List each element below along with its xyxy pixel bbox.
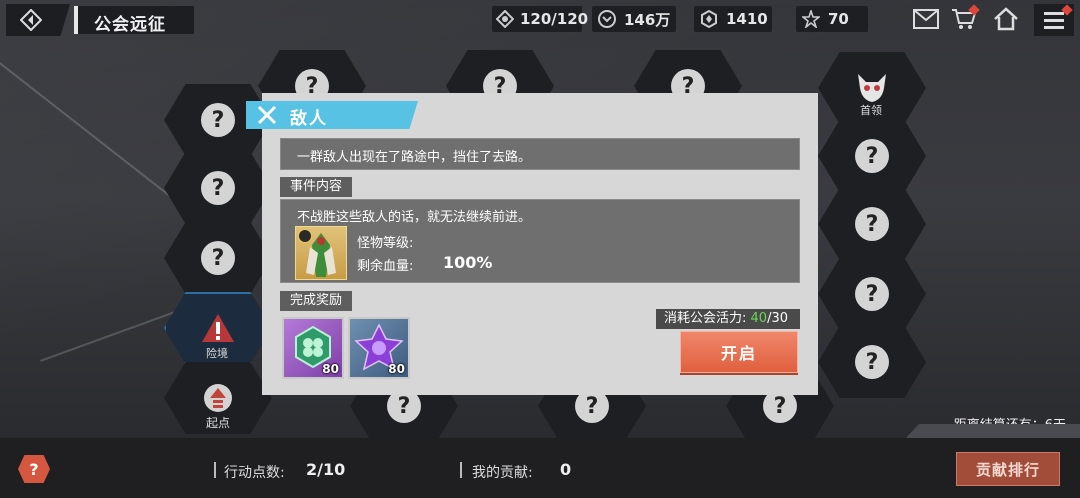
resource-gem: 1410 — [694, 6, 772, 32]
cost-current: 40 — [750, 311, 768, 326]
event-description-box: 一群敌人出现在了路途中，挡住了去路。 — [280, 138, 800, 170]
question-icon: ? — [201, 103, 235, 137]
action-points-value: 2/10 — [306, 460, 346, 479]
menu-list-icon — [1044, 12, 1064, 29]
start-button[interactable]: 开启 — [680, 331, 798, 373]
question-icon: ? — [201, 241, 235, 275]
gem-value: 1410 — [726, 10, 768, 28]
resource-coin: 146万 — [592, 6, 676, 32]
map-node-unknown[interactable]: ? — [164, 152, 272, 224]
mail-button[interactable] — [912, 6, 940, 32]
stamina-value: 120/120 — [520, 10, 589, 28]
map-node-unknown[interactable]: ? — [818, 188, 926, 260]
map-node-unknown[interactable]: ? — [818, 120, 926, 192]
question-icon: ? — [855, 139, 889, 173]
back-arrow-icon — [20, 9, 42, 31]
help-button[interactable]: ? — [18, 455, 50, 483]
event-description: 一群敌人出现在了路途中，挡住了去路。 — [297, 150, 532, 165]
monster-level-label: 怪物等级: — [357, 236, 414, 251]
reward-count: 80 — [322, 362, 339, 376]
event-text: 不战胜这些敌人的话，就无法继续前进。 — [297, 210, 532, 225]
mail-icon — [913, 9, 939, 29]
resource-stamina: 120/120 — [492, 6, 588, 32]
map-node-unknown[interactable]: ? — [818, 326, 926, 398]
monster-figure-icon — [306, 233, 336, 277]
crossed-swords-icon — [257, 105, 277, 125]
contribution-rank-button[interactable]: 贡献排行 — [956, 452, 1060, 486]
cost-label: 消耗公会活力: — [664, 311, 747, 326]
top-bar: 公会远征 120/120 146万 1410 70 — [0, 0, 1080, 38]
divider — [460, 462, 462, 478]
cost-max: /30 — [767, 311, 788, 326]
question-icon: ? — [201, 171, 235, 205]
danger-icon — [202, 314, 234, 342]
remaining-hp-label: 剩余血量: — [357, 259, 414, 274]
stamina-icon — [496, 8, 514, 30]
home-icon — [994, 7, 1018, 31]
help-icon: ? — [29, 459, 39, 479]
home-button[interactable] — [992, 6, 1020, 32]
page-title-wrap: 公会远征 — [74, 6, 194, 35]
map-node-unknown[interactable]: ? — [164, 222, 272, 294]
coin-icon — [596, 8, 618, 30]
menu-button[interactable] — [1034, 4, 1074, 36]
remaining-hp-value: 100% — [443, 253, 493, 272]
cost-display: 消耗公会活力: 40/30 — [656, 309, 800, 329]
resource-star: 70 — [796, 6, 868, 32]
reward-item[interactable]: 80 — [348, 317, 410, 379]
bottom-bar: ? 行动点数: 2/10 我的贡献: 0 贡献排行 — [0, 438, 1080, 498]
dialog-header: 敌人 — [246, 101, 418, 129]
start-arrow-icon — [204, 384, 232, 412]
boss-node-label: 首领 — [860, 104, 882, 117]
monster-portrait — [295, 226, 347, 280]
event-section-label: 事件内容 — [280, 177, 353, 197]
current-node-label: 险境 — [206, 347, 228, 360]
reward-item[interactable]: 80 — [282, 317, 344, 379]
contribution-value: 0 — [560, 460, 572, 479]
coin-value: 146万 — [624, 10, 671, 29]
dialog-title: 敌人 — [290, 109, 328, 129]
question-icon: ? — [855, 277, 889, 311]
shop-button[interactable] — [950, 4, 980, 32]
contribution-label: 我的贡献: — [472, 465, 533, 481]
back-button[interactable] — [6, 4, 70, 36]
question-icon: ? — [855, 345, 889, 379]
boss-skull-icon — [858, 74, 886, 102]
star-icon — [800, 8, 822, 30]
action-points-label: 行动点数: — [224, 465, 285, 481]
divider — [214, 462, 216, 478]
event-content-box: 不战胜这些敌人的话，就无法继续前进。 怪物等级: 剩余血量: 100% — [280, 199, 800, 283]
gem-icon — [698, 8, 720, 30]
event-dialog: 敌人 一群敌人出现在了路途中，挡住了去路。 事件内容 不战胜这些敌人的话，就无法… — [246, 93, 818, 395]
reward-section-label: 完成奖励 — [280, 291, 353, 311]
map-node-unknown[interactable]: ? — [818, 258, 926, 330]
question-icon: ? — [855, 207, 889, 241]
page-title: 公会远征 — [94, 15, 166, 35]
start-node-label: 起点 — [206, 416, 231, 430]
reward-count: 80 — [388, 362, 405, 376]
star-value: 70 — [828, 10, 849, 28]
